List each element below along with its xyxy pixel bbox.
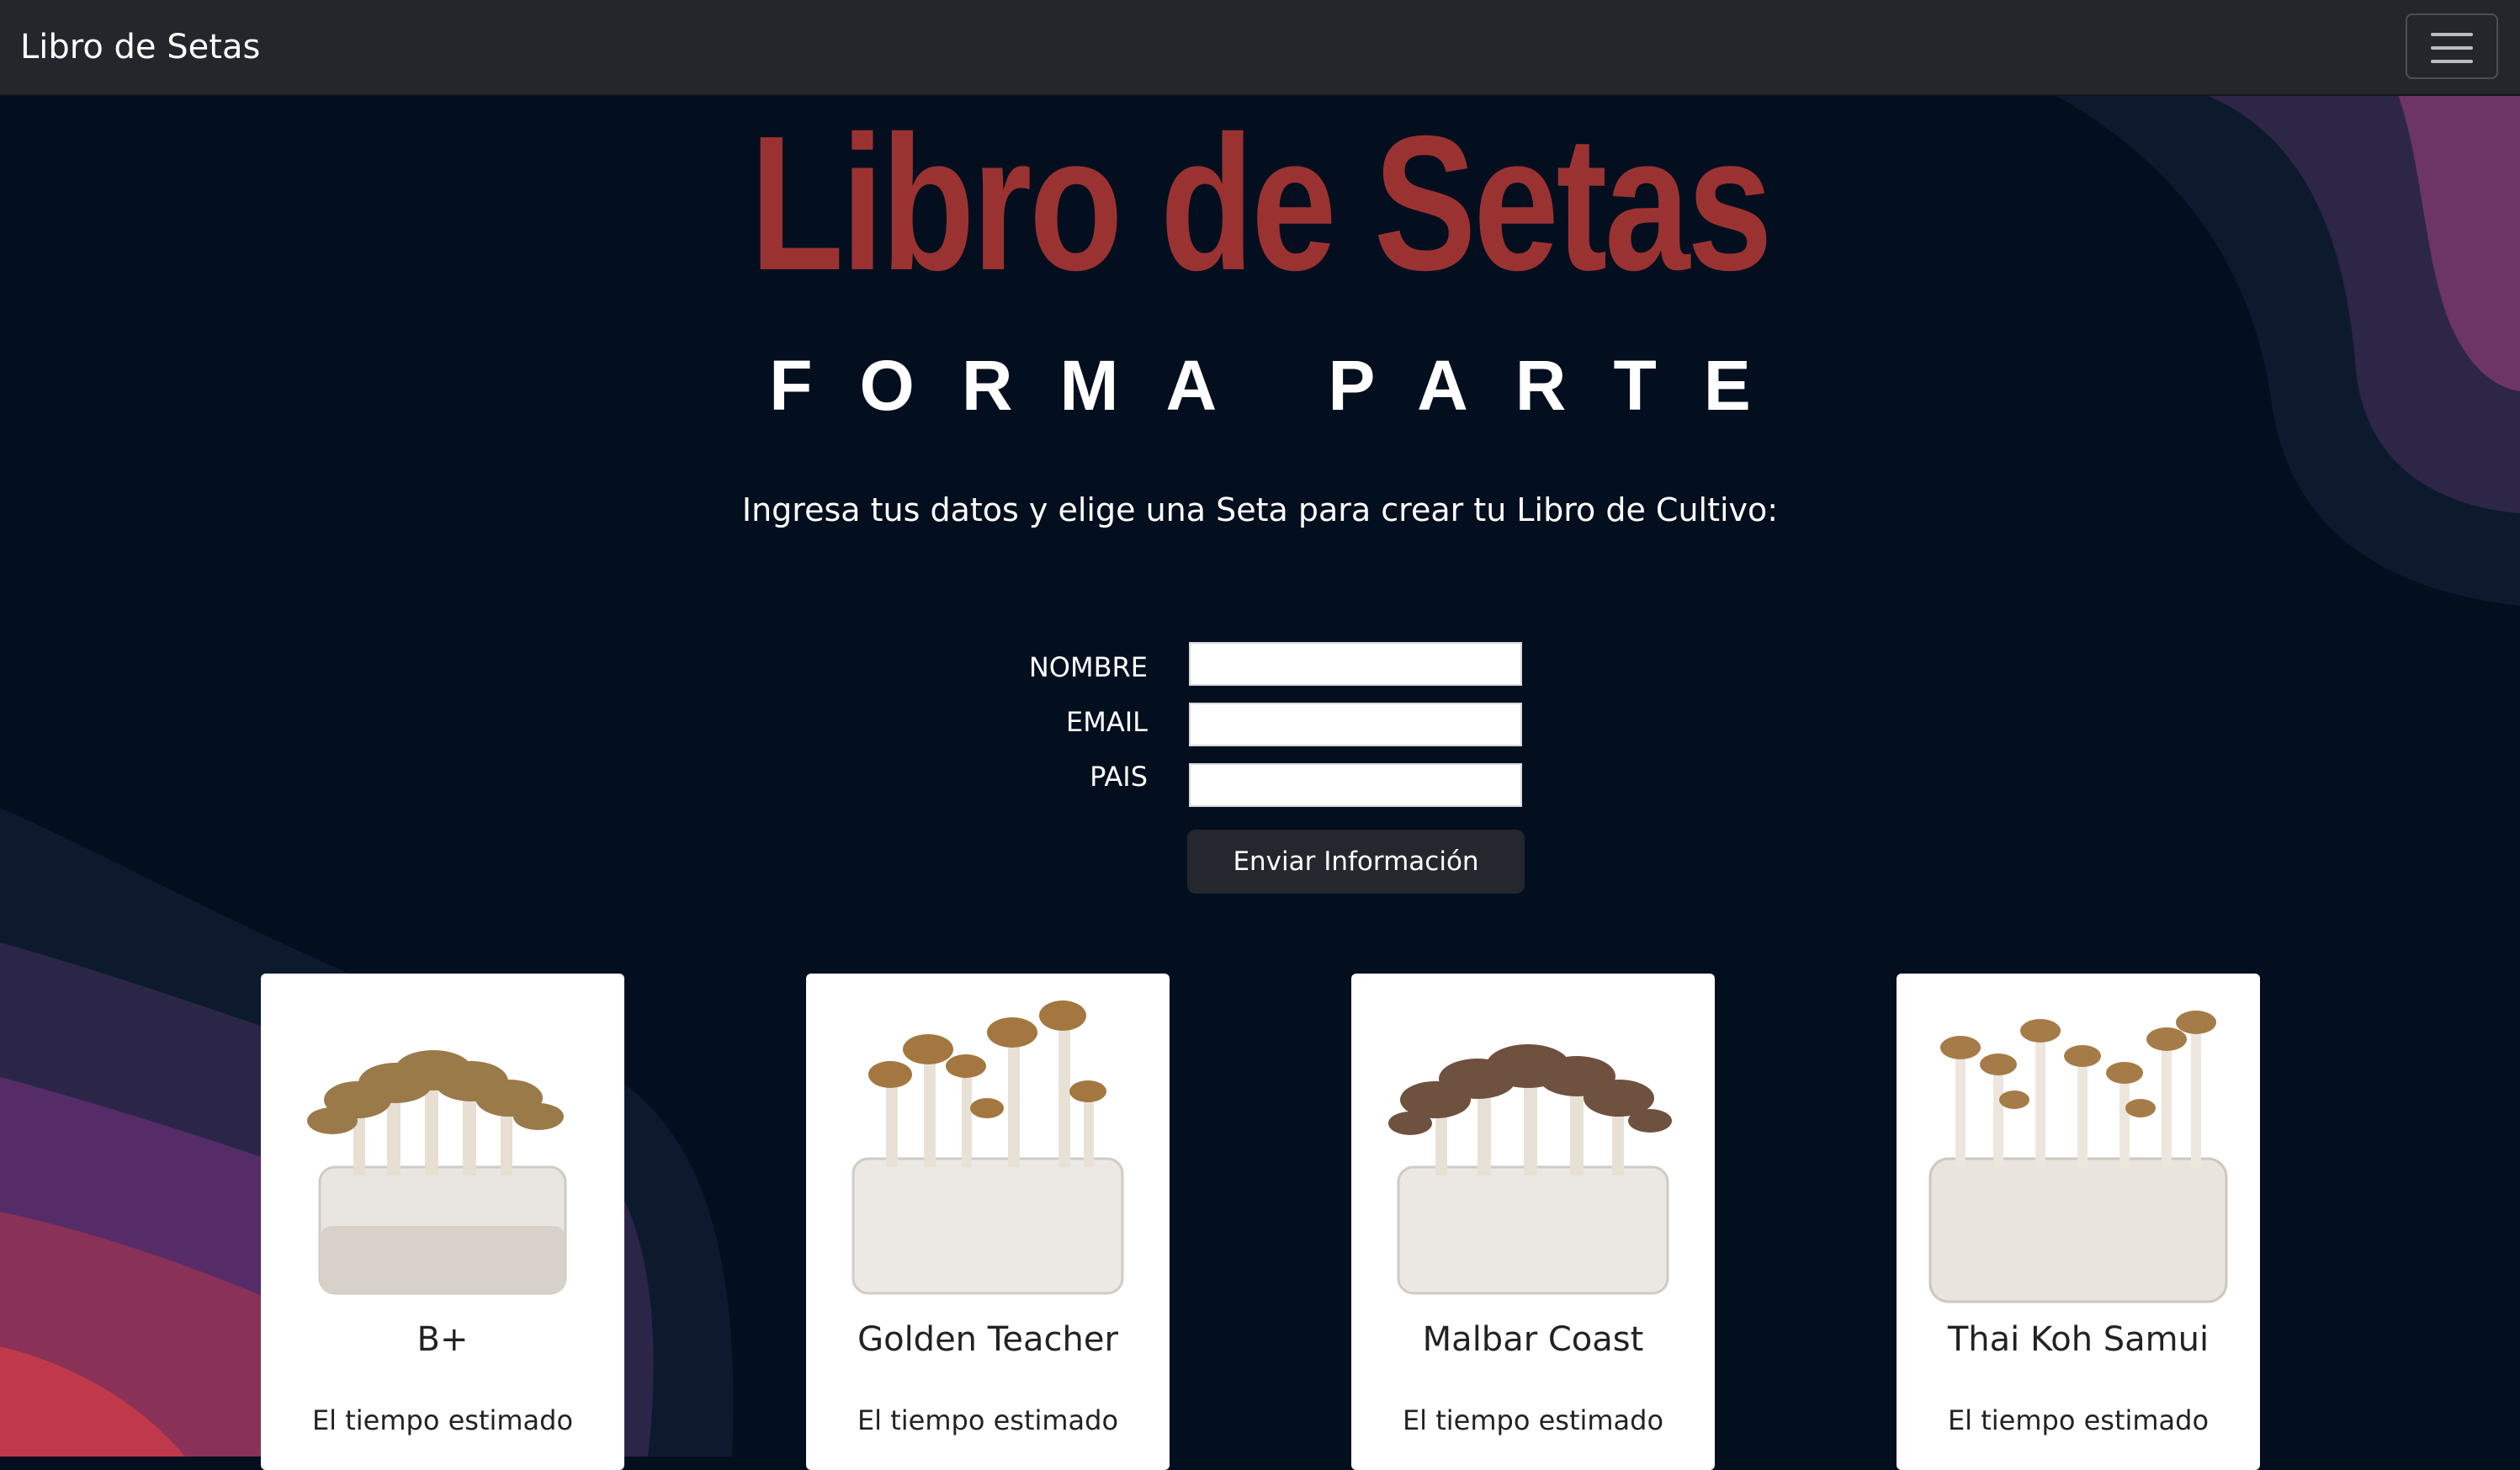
hamburger-menu-icon[interactable] (2406, 13, 2498, 79)
submit-button[interactable]: Enviar Información (1187, 830, 1525, 894)
card-description: El tiempo estimado (311, 1404, 574, 1436)
email-field[interactable] (1189, 703, 1522, 746)
card-description: El tiempo estimado (1947, 1404, 2210, 1436)
mushroom-card-golden-teacher[interactable]: Golden Teacher El tiempo estimado (806, 974, 1170, 1470)
name-field[interactable] (1189, 642, 1522, 686)
country-field[interactable] (1189, 763, 1522, 807)
mushroom-card-b-plus[interactable]: B+ El tiempo estimado (261, 974, 624, 1470)
navbar-brand[interactable]: Libro de Setas (20, 25, 260, 69)
intro-text: Ingresa tus datos y elige una Seta para … (741, 491, 1779, 528)
card-title: Golden Teacher (857, 1320, 1118, 1359)
page-subtitle: FORMA PARTE (769, 346, 1798, 425)
name-label: NOMBRE (1028, 651, 1148, 683)
email-label: EMAIL (1066, 706, 1148, 738)
mushroom-grow-kit-image (851, 1000, 1124, 1295)
top-navbar: Libro de Setas (0, 0, 2520, 96)
mushroom-grow-kit-image (1388, 1044, 1672, 1295)
mushroom-grow-kit-image (1928, 1011, 2228, 1303)
mushroom-grow-kit-image (307, 1050, 567, 1295)
card-title: Malbar Coast (1422, 1320, 1644, 1359)
card-description: El tiempo estimado (857, 1404, 1119, 1436)
card-title: B+ (416, 1320, 469, 1359)
country-label: PAIS (1090, 761, 1148, 793)
mushroom-card-malbar-coast[interactable]: Malbar Coast El tiempo estimado (1351, 974, 1715, 1470)
page-title: Libro de Setas (750, 97, 1772, 310)
mushroom-card-thai-koh-samui[interactable]: Thai Koh Samui El tiempo estimado (1897, 974, 2260, 1470)
card-title: Thai Koh Samui (1947, 1320, 2210, 1359)
card-description: El tiempo estimado (1402, 1404, 1664, 1436)
